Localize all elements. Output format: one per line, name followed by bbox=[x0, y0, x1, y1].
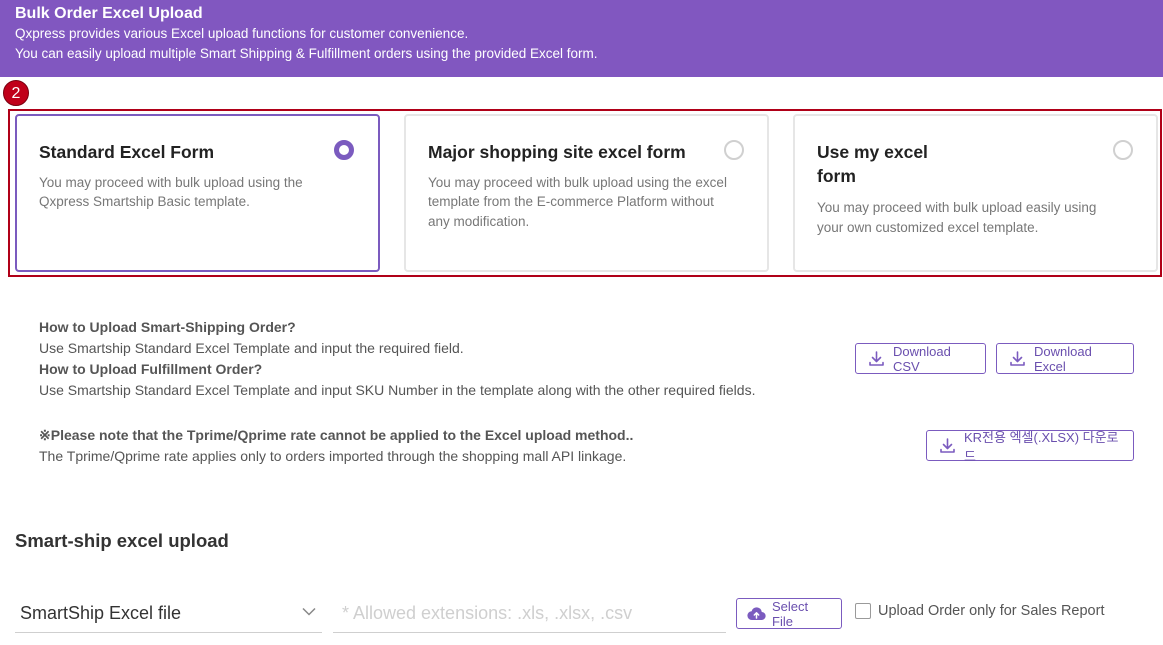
cloud-upload-icon bbox=[747, 607, 766, 621]
select-file-button[interactable]: Select File bbox=[736, 598, 842, 629]
card-desc-line: Qxpress Smartship Basic template. bbox=[39, 194, 250, 209]
banner-title: Bulk Order Excel Upload bbox=[15, 5, 203, 22]
radio-shopping-site[interactable] bbox=[724, 140, 744, 160]
sales-report-label: Upload Order only for Sales Report bbox=[878, 603, 1105, 619]
kr-excel-download-label: KR전용 엑셀(.XLSX) 다운로드 bbox=[964, 429, 1119, 464]
upload-section-title: Smart-ship excel upload bbox=[15, 530, 229, 551]
download-csv-button[interactable]: Download CSV bbox=[855, 343, 986, 374]
download-icon bbox=[1010, 351, 1025, 366]
banner-description-2: You can easily upload multiple Smart Shi… bbox=[15, 46, 598, 61]
download-icon bbox=[869, 351, 884, 366]
download-excel-button[interactable]: Download Excel bbox=[996, 343, 1134, 374]
file-type-selected: SmartShip Excel file bbox=[20, 603, 182, 623]
card-desc-line: template from the E-commerce Platform wi… bbox=[428, 194, 714, 209]
rate-note-text: The Tprime/Qprime rate applies only to o… bbox=[39, 448, 627, 464]
card-title: Major shopping site excel form bbox=[428, 142, 686, 162]
card-title: Standard Excel Form bbox=[39, 142, 215, 162]
kr-excel-download-button[interactable]: KR전용 엑셀(.XLSX) 다운로드 bbox=[926, 430, 1134, 464]
smartship-howto-text: Use Smartship Standard Excel Template an… bbox=[39, 340, 464, 356]
fulfillment-howto-heading: How to Upload Fulfillment Order? bbox=[39, 361, 263, 377]
banner-description-1: Qxpress provides various Excel upload fu… bbox=[15, 26, 469, 41]
sales-report-checkbox[interactable] bbox=[855, 603, 871, 619]
card-desc-line: any modification. bbox=[428, 214, 530, 229]
card-title-line: Use my excel bbox=[817, 142, 928, 162]
step-badge: 2 bbox=[3, 80, 29, 106]
card-desc-line: your own customized excel template. bbox=[817, 220, 1039, 235]
fulfillment-howto-text: Use Smartship Standard Excel Template an… bbox=[39, 382, 756, 398]
form-option-shopping-site[interactable]: Major shopping site excel form You may p… bbox=[404, 114, 769, 272]
card-desc-line: You may proceed with bulk upload using t… bbox=[428, 175, 727, 190]
download-csv-label: Download CSV bbox=[893, 343, 951, 374]
form-option-standard[interactable]: Standard Excel Form You may proceed with… bbox=[15, 114, 380, 272]
file-path-field bbox=[333, 596, 726, 633]
form-option-my-excel[interactable]: Use my excel form You may proceed with b… bbox=[793, 114, 1158, 272]
file-path-input[interactable] bbox=[333, 596, 726, 630]
card-desc-line: You may proceed with bulk upload easily … bbox=[817, 200, 1097, 215]
radio-my-excel[interactable] bbox=[1113, 140, 1133, 160]
rate-note-heading: ※Please note that the Tprime/Qprime rate… bbox=[39, 427, 634, 443]
download-excel-label: Download Excel bbox=[1034, 343, 1092, 374]
page-banner: Bulk Order Excel Upload Qxpress provides… bbox=[0, 0, 1163, 77]
smartship-howto-heading: How to Upload Smart-Shipping Order? bbox=[39, 319, 296, 335]
select-file-label: Select File bbox=[772, 598, 809, 629]
chevron-down-icon bbox=[302, 607, 316, 616]
download-icon bbox=[940, 438, 955, 453]
sales-report-option[interactable]: Upload Order only for Sales Report bbox=[855, 603, 1104, 619]
card-title-line: form bbox=[817, 166, 856, 186]
radio-standard[interactable] bbox=[334, 140, 354, 160]
card-desc-line: You may proceed with bulk upload using t… bbox=[39, 175, 303, 190]
file-type-select[interactable]: SmartShip Excel file bbox=[15, 596, 322, 633]
